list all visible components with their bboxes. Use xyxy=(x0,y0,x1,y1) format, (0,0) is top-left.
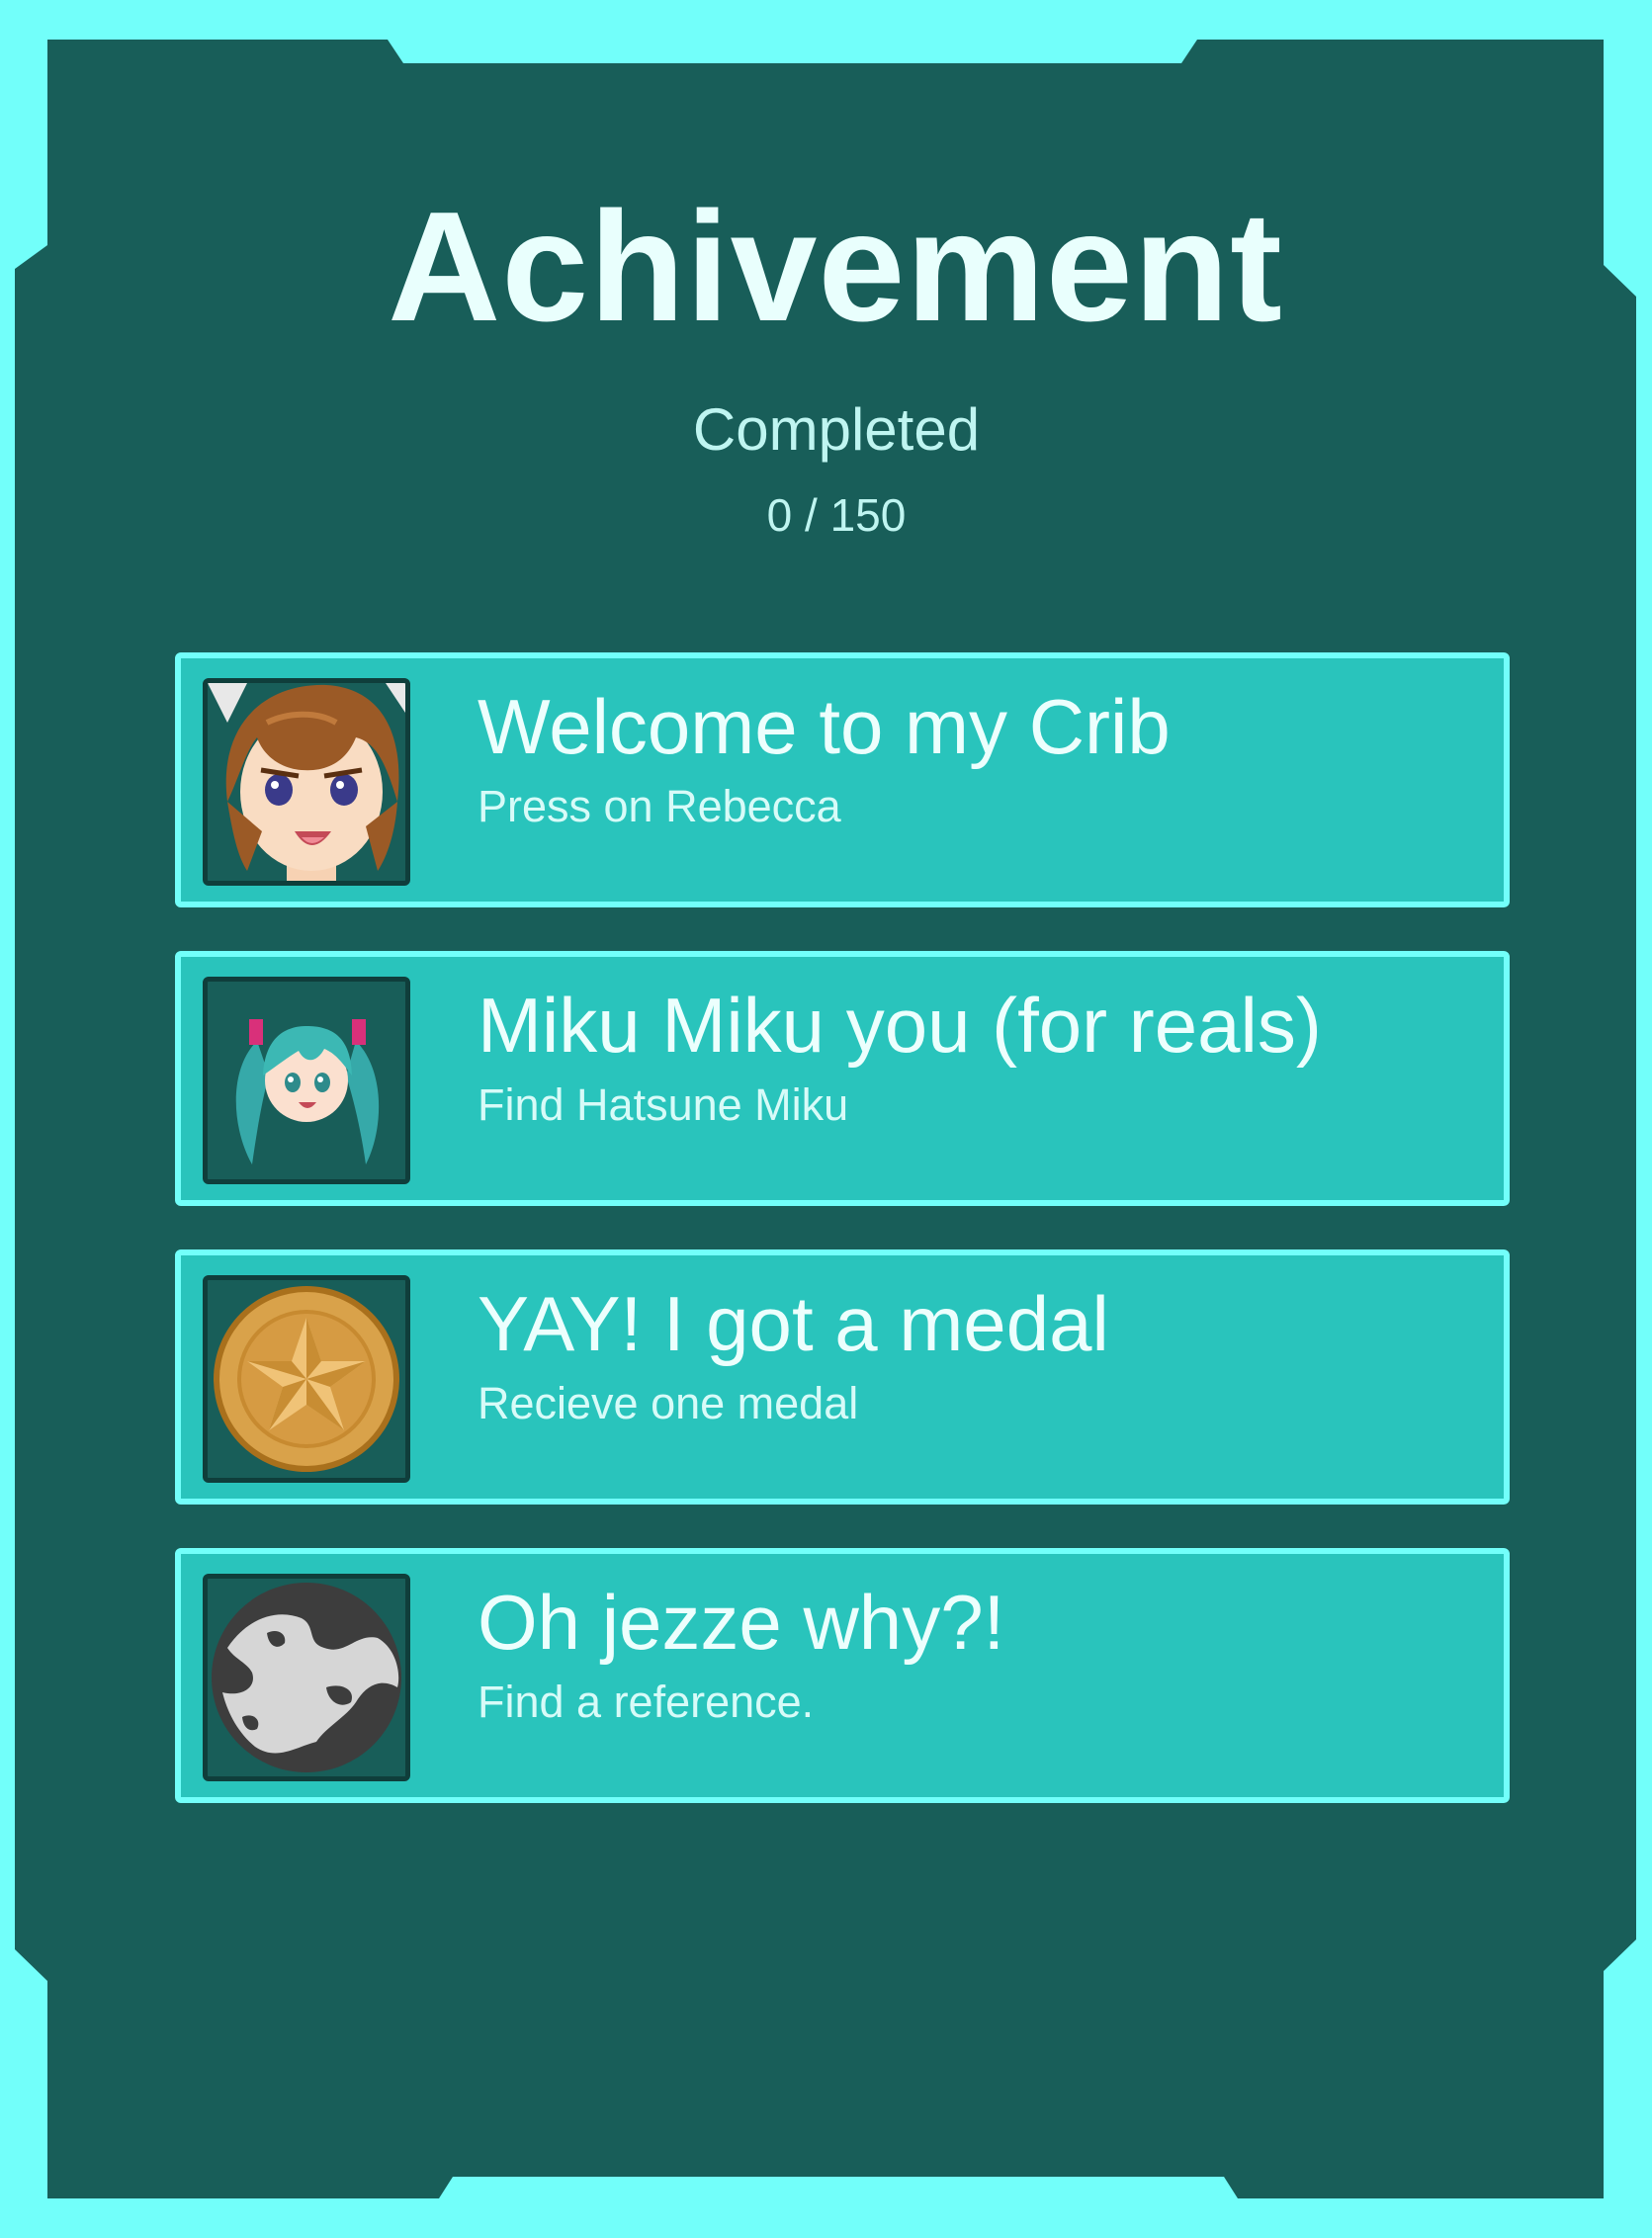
rebecca-portrait-icon xyxy=(203,678,410,886)
hatsune-miku-icon xyxy=(203,977,410,1184)
achievement-card-reference[interactable]: Oh jezze why?! Find a reference. xyxy=(175,1548,1510,1803)
achievement-description: Press on Rebecca xyxy=(478,781,841,831)
page-title: Achivement xyxy=(388,180,1283,354)
achievement-card-welcome[interactable]: Welcome to my Crib Press on Rebecca xyxy=(175,652,1510,907)
moon-globe-icon xyxy=(203,1574,410,1781)
progress-count: 0 / 150 xyxy=(766,489,907,541)
gold-star-medal-icon xyxy=(203,1275,410,1483)
achievement-card-miku[interactable]: Miku Miku you (for reals) Find Hatsune M… xyxy=(175,951,1510,1206)
achievement-description: Recieve one medal xyxy=(478,1378,859,1428)
progress-label: Completed xyxy=(692,396,981,463)
achievement-title: Oh jezze why?! xyxy=(478,1579,1005,1666)
achievement-title: Welcome to my Crib xyxy=(478,683,1171,770)
achievement-title: YAY! I got a medal xyxy=(478,1280,1109,1367)
achievement-description: Find a reference. xyxy=(478,1677,815,1727)
achievement-title: Miku Miku you (for reals) xyxy=(478,982,1322,1069)
achievement-card-medal[interactable]: YAY! I got a medal Recieve one medal xyxy=(175,1249,1510,1505)
achievement-description: Find Hatsune Miku xyxy=(478,1079,849,1130)
